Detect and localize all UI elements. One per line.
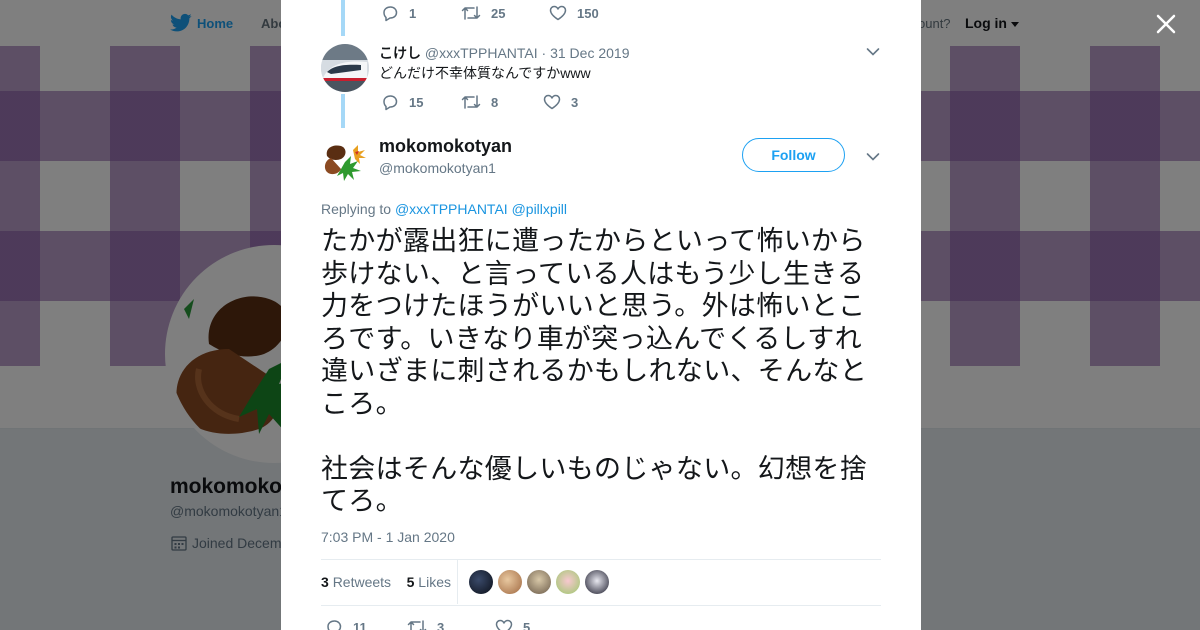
mention-link[interactable]: @xxxTPPHANTAI <box>395 201 508 217</box>
like-count: 3 <box>571 94 579 110</box>
main-author-name[interactable]: mokomokotyan <box>379 136 512 157</box>
retweets-stat[interactable]: 3 Retweets <box>321 574 391 590</box>
thread-connector-line <box>341 0 345 36</box>
reply-author-avatar[interactable] <box>321 44 369 92</box>
tweet-text: たかが露出狂に遭ったからといって怖いから歩けない、と言っている人はもう少し生きる… <box>321 226 886 519</box>
replying-to-line: Replying to @xxxTPPHANTAI @pillxpill <box>321 201 567 217</box>
engagement-counts: 3 Retweets 5 Likes <box>321 574 451 590</box>
close-icon[interactable] <box>1152 10 1180 38</box>
reply-header: こけし @xxxTPPHANTAI · 31 Dec 2019 <box>379 43 630 63</box>
retweet-icon <box>461 6 481 20</box>
retweet-count: 3 <box>437 619 445 630</box>
reply-count: 15 <box>409 94 424 110</box>
reply-count: 1 <box>409 5 417 21</box>
retweet-action[interactable]: 3 <box>407 618 465 630</box>
reply-tweet-actions: 15 8 3 <box>381 93 608 111</box>
reply-icon <box>383 6 398 22</box>
liker-avatar[interactable] <box>585 570 609 594</box>
heart-icon <box>543 94 561 110</box>
like-action[interactable]: 150 <box>549 4 599 22</box>
liker-avatar[interactable] <box>527 570 551 594</box>
tweet-paragraph: 社会はそんな優しいものじゃない。幻想を捨てろ。 <box>321 453 867 518</box>
divider <box>321 605 881 606</box>
reply-author-name[interactable]: こけし <box>379 45 421 61</box>
like-count: 150 <box>577 5 599 21</box>
like-action[interactable]: 3 <box>543 93 578 111</box>
tweet-permalink-modal: 1 25 150 こけし @xxxTPPHANTAI · 31 Dec 2019… <box>281 0 921 630</box>
reply-action[interactable]: 15 <box>381 93 431 111</box>
liker-avatar[interactable] <box>556 570 580 594</box>
like-total: 5 <box>406 574 415 590</box>
divider <box>321 559 881 560</box>
main-author-avatar[interactable] <box>321 136 369 184</box>
chevron-down-icon[interactable] <box>866 47 880 57</box>
reply-date[interactable]: 31 Dec 2019 <box>550 45 629 61</box>
reply-count: 11 <box>353 619 367 630</box>
liker-avatars <box>469 570 614 594</box>
reply-action[interactable]: 1 <box>381 4 431 22</box>
retweet-icon <box>461 95 481 109</box>
retweets-label: Retweets <box>332 574 392 590</box>
reply-icon <box>327 620 342 630</box>
reply-icon <box>383 95 398 111</box>
liker-avatar[interactable] <box>469 570 493 594</box>
retweet-total: 3 <box>321 574 329 590</box>
reply-text: どんだけ不幸体質なんですかwww <box>379 65 591 81</box>
mention-link[interactable]: @pillxpill <box>512 201 567 217</box>
retweet-action[interactable]: 8 <box>461 93 513 111</box>
chevron-down-icon[interactable] <box>866 152 880 162</box>
heart-icon <box>495 619 513 630</box>
thread-connector-line <box>341 94 345 128</box>
retweet-icon <box>407 620 427 630</box>
retweet-count: 8 <box>491 94 499 110</box>
like-count: 5 <box>523 619 531 630</box>
heart-icon <box>549 5 567 21</box>
liker-avatar[interactable] <box>498 570 522 594</box>
bullet-train-avatar-image <box>321 44 369 92</box>
replying-to-label: Replying to <box>321 201 392 217</box>
main-author-handle[interactable]: @mokomokotyan1 <box>379 160 496 176</box>
tweet-timestamp[interactable]: 7:03 PM - 1 Jan 2020 <box>321 529 455 545</box>
main-tweet-actions: 11 3 5 <box>325 618 560 630</box>
retweet-count: 25 <box>491 5 506 21</box>
like-action[interactable]: 5 <box>495 618 530 630</box>
previous-tweet-actions: 1 25 150 <box>381 4 629 22</box>
retweet-action[interactable]: 25 <box>461 4 519 22</box>
dot-separator: · <box>541 45 551 61</box>
tweet-paragraph: たかが露出狂に遭ったからといって怖いから歩けない、と言っている人はもう少し生きる… <box>321 226 867 420</box>
likes-stat[interactable]: 5 Likes <box>407 574 451 590</box>
follow-button[interactable]: Follow <box>742 138 845 172</box>
divider <box>457 560 458 604</box>
likes-label: Likes <box>418 574 451 590</box>
reply-action[interactable]: 11 <box>325 618 377 630</box>
reply-author-handle[interactable]: @xxxTPPHANTAI <box>425 45 538 61</box>
